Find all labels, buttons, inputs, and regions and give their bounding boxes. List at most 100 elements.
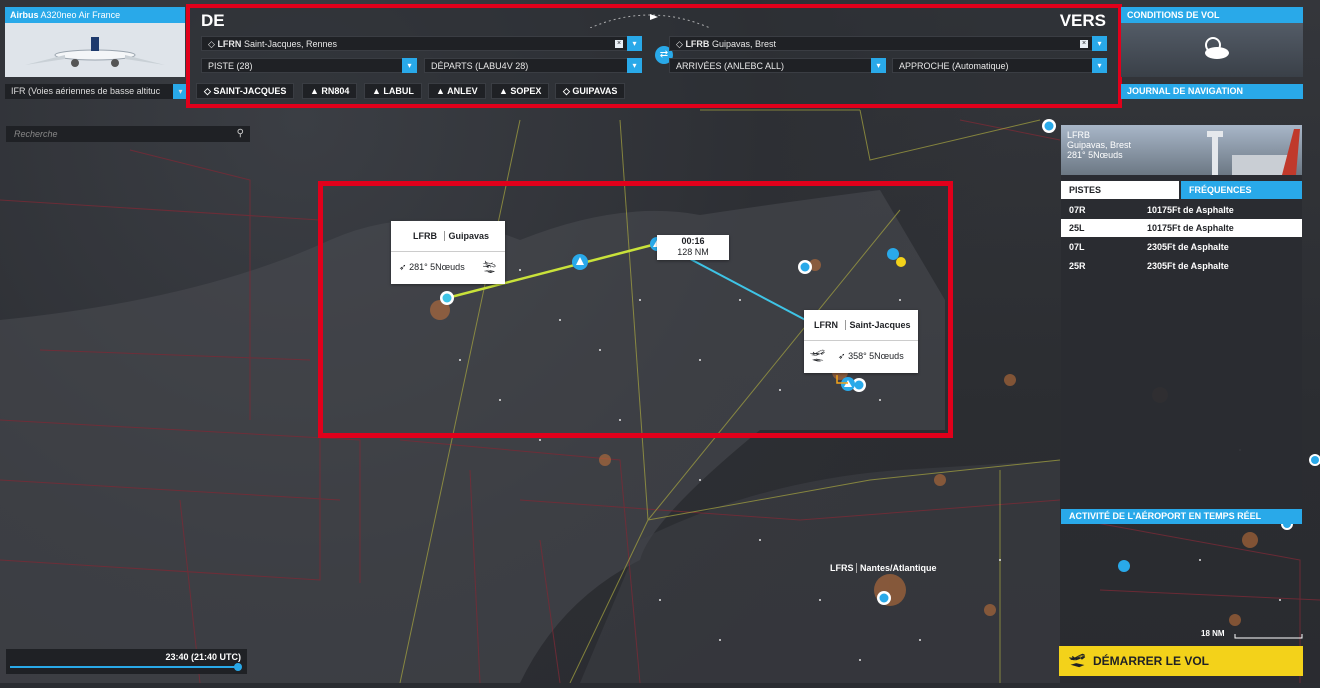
departure-code: LFRN <box>217 39 242 49</box>
runway-id: 07R <box>1069 205 1086 215</box>
weather-title: CONDITIONS DE VOL <box>1121 7 1303 23</box>
runway-row[interactable]: 25R 2305Ft de Asphalte <box>1061 257 1302 275</box>
waypoint-label: GUIPAVAS <box>572 86 618 96</box>
wind-icon: ➶ <box>838 351 846 361</box>
flight-type-select[interactable]: IFR (Voies aériennes de basse altituc ▾ <box>5 84 188 99</box>
waypoint-label: SOPEX <box>510 86 542 96</box>
arrivals-select[interactable]: ARRIVÉES (ANLEBC ALL) ▾ <box>669 58 886 73</box>
runway-desc: 10175Ft de Asphalte <box>1147 205 1234 215</box>
approach-label: APPROCHE (Automatique) <box>899 61 1009 71</box>
runway-row[interactable]: 25L 10175Ft de Asphalte <box>1061 219 1302 237</box>
callout-wind: 281° 5Nœuds <box>409 262 465 272</box>
airport-activity-button[interactable]: ACTIVITÉ DE L'AÉROPORT EN TEMPS RÉEL <box>1061 509 1302 524</box>
scale-label: 18 NM <box>1201 629 1225 638</box>
arrivals-label: ARRIVÉES (ANLEBC ALL) <box>676 61 785 71</box>
arrival-airport-field[interactable]: ◇ LFRB Guipavas, Brest × ▾ <box>669 36 1107 51</box>
callout-code: LFRN <box>814 320 838 330</box>
aircraft-brand: Airbus <box>10 10 39 20</box>
diamond-icon: ◇ <box>676 39 683 49</box>
waypoint-label: RN804 <box>321 86 350 96</box>
runway-row[interactable]: 07R 10175Ft de Asphalte <box>1061 201 1302 219</box>
waypoint-label: LABUL <box>383 86 414 96</box>
time-slider-handle[interactable] <box>234 663 242 671</box>
tab-frequencies[interactable]: FRÉQUENCES <box>1181 181 1302 199</box>
time-slider[interactable] <box>10 666 237 668</box>
runway-id: 25R <box>1069 261 1086 271</box>
wind-icon: ➶ <box>399 262 407 272</box>
clear-icon[interactable]: × <box>1080 40 1088 48</box>
arrival-code: LFRB <box>685 39 710 49</box>
waypoint-anlev[interactable]: ▲ ANLEV <box>428 83 486 99</box>
tab-runways[interactable]: PISTES <box>1061 181 1179 199</box>
chevron-down-icon[interactable]: ▾ <box>1092 58 1107 73</box>
diamond-icon: ◇ <box>563 86 573 96</box>
time-label: 23:40 (21:40 UTC) <box>165 652 241 662</box>
runway-desc: 2305Ft de Asphalte <box>1147 242 1229 252</box>
airport-name: Guipavas, Brest <box>1067 140 1132 150</box>
runway-select[interactable]: PISTE (28) ▾ <box>201 58 417 73</box>
weather-icon <box>1205 37 1229 59</box>
takeoff-icon: 🛫︎ <box>810 349 826 363</box>
triangle-icon: ▲ <box>436 86 448 96</box>
leg-distance: 128 NM <box>677 247 709 257</box>
callout-code: LFRB <box>413 231 437 241</box>
airport-image: LFRB Guipavas, Brest 281° 5Nœuds <box>1061 125 1302 175</box>
flight-type-label: IFR (Voies aériennes de basse altituc <box>11 86 161 96</box>
airport-code: LFRB <box>1067 130 1091 140</box>
weather-button[interactable]: CONDITIONS DE VOL <box>1121 7 1303 77</box>
callout-name: Saint-Jacques <box>844 320 911 330</box>
departures-select[interactable]: DÉPARTS (LABU4V 28) ▾ <box>424 58 642 73</box>
waypoint-saint-jacques[interactable]: ◇ SAINT-JACQUES <box>196 83 295 99</box>
departure-airport-field[interactable]: ◇ LFRN Saint-Jacques, Rennes × ▾ <box>201 36 642 51</box>
chevron-down-icon[interactable]: ▾ <box>627 36 642 51</box>
approach-select[interactable]: APPROCHE (Automatique) ▾ <box>892 58 1107 73</box>
aircraft-selector[interactable]: Airbus A320neo Air France <box>5 7 185 77</box>
clear-icon[interactable]: × <box>615 40 623 48</box>
callout-name: Guipavas <box>443 231 490 241</box>
runway-row[interactable]: 07L 2305Ft de Asphalte <box>1061 238 1302 256</box>
lfrs-name: Nantes/Atlantique <box>856 563 937 573</box>
diamond-icon: ◇ <box>204 86 214 96</box>
aircraft-title: Airbus A320neo Air France <box>5 7 185 23</box>
destination-callout[interactable]: LFRB Guipavas ➶ 281° 5Nœuds 🛬︎ <box>391 221 505 284</box>
start-flight-label: DÉMARRER LE VOL <box>1093 654 1210 668</box>
airport-wind: 281° 5Nœuds <box>1067 150 1123 160</box>
chevron-down-icon[interactable]: ▾ <box>402 58 417 73</box>
search-placeholder: Recherche <box>14 129 58 139</box>
callout-wind: 358° 5Nœuds <box>848 351 904 361</box>
search-icon[interactable]: ⚲ <box>237 126 244 142</box>
time-control[interactable]: 23:40 (21:40 UTC) <box>6 649 247 674</box>
waypoint-rn804[interactable]: ▲ RN804 <box>302 83 358 99</box>
chevron-down-icon[interactable]: ▾ <box>627 58 642 73</box>
search-input[interactable]: Recherche ⚲ <box>6 126 250 142</box>
waypoint-labul[interactable]: ▲ LABUL <box>364 83 422 99</box>
tower-icon <box>1207 129 1300 175</box>
leg-info-callout: 00:16 128 NM <box>657 235 729 260</box>
diamond-icon: ◇ <box>208 39 215 49</box>
runway-id: 25L <box>1069 223 1085 233</box>
waypoint-guipavas[interactable]: ◇ GUIPAVAS <box>555 83 626 99</box>
navlog-button[interactable]: JOURNAL DE NAVIGATION <box>1121 84 1303 99</box>
waypoint-sopex[interactable]: ▲ SOPEX <box>491 83 550 99</box>
runway-desc: 2305Ft de Asphalte <box>1147 261 1229 271</box>
lfrs-code: LFRS <box>830 563 854 573</box>
waypoint-label: ANLEV <box>447 86 478 96</box>
arrival-name: Guipavas, Brest <box>711 39 776 49</box>
runway-label: PISTE (28) <box>208 61 253 71</box>
route-arc <box>590 14 710 28</box>
departure-callout[interactable]: LFRN Saint-Jacques 🛫︎ ➶ 358° 5Nœuds <box>804 310 918 373</box>
start-flight-button[interactable]: 🛫︎ DÉMARRER LE VOL <box>1059 646 1303 676</box>
scale-bar <box>1234 634 1303 639</box>
runway-id: 07L <box>1069 242 1085 252</box>
chevron-down-icon[interactable]: ▾ <box>1092 36 1107 51</box>
to-heading: VERS <box>1059 11 1106 30</box>
lfrs-label[interactable]: LFRS Nantes/Atlantique <box>830 563 937 573</box>
aircraft-icon <box>5 23 185 77</box>
chevron-down-icon[interactable]: ▾ <box>871 58 886 73</box>
departure-name: Saint-Jacques, Rennes <box>243 39 338 49</box>
triangle-icon: ▲ <box>499 86 511 96</box>
runway-desc: 10175Ft de Asphalte <box>1147 223 1234 233</box>
triangle-icon: ▲ <box>310 86 322 96</box>
departures-label: DÉPARTS (LABU4V 28) <box>431 61 529 71</box>
aircraft-model: A320neo Air France <box>40 10 121 20</box>
